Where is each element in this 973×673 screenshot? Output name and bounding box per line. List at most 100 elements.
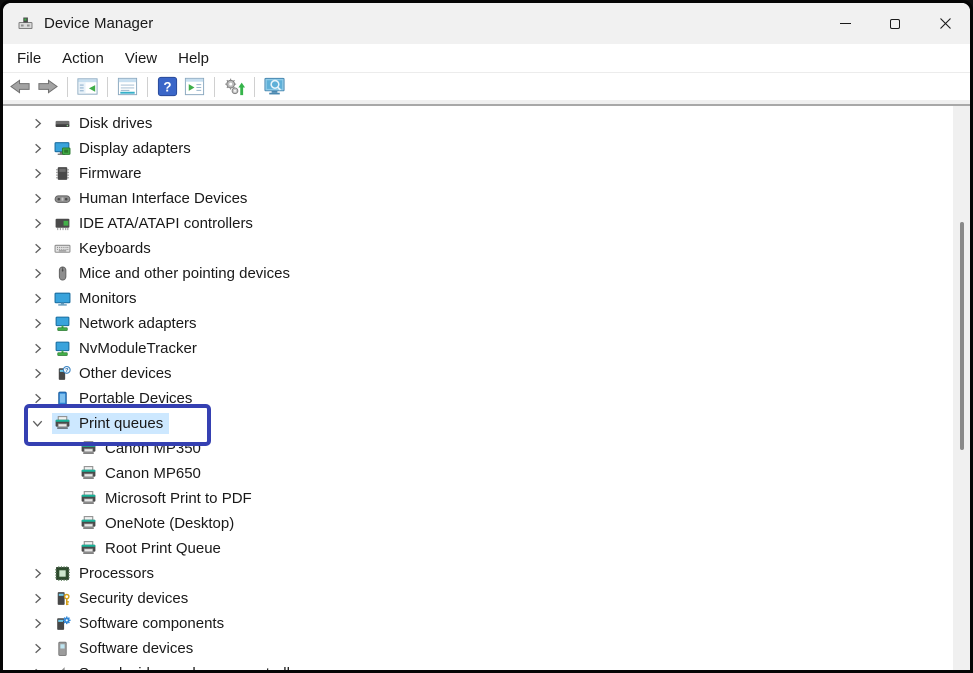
minimize-button[interactable] [820, 3, 870, 44]
tree-row-body[interactable]: Network adapters [52, 313, 203, 334]
tree-row[interactable]: Monitors [3, 286, 970, 311]
menu-file[interactable]: File [17, 50, 41, 67]
chevron-right-icon[interactable] [30, 316, 52, 331]
tree-row-label[interactable]: Microsoft Print to PDF [105, 490, 252, 507]
tree-row-body[interactable]: NvModuleTracker [52, 338, 203, 359]
scrollbar-thumb[interactable] [960, 222, 964, 450]
tree-row-body[interactable]: Security devices [52, 588, 194, 609]
tree-row[interactable]: Mice and other pointing devices [3, 261, 970, 286]
tree-row[interactable]: Canon MP350 [3, 436, 970, 461]
tree-row-label[interactable]: Human Interface Devices [79, 190, 247, 207]
tree-row-body[interactable]: Portable Devices [52, 388, 198, 409]
close-button[interactable] [920, 3, 970, 44]
tree-row-body[interactable]: Keyboards [52, 238, 157, 259]
tree-row[interactable]: Keyboards [3, 236, 970, 261]
chevron-right-icon[interactable] [30, 616, 52, 631]
tree-row[interactable]: Software components [3, 611, 970, 636]
tree-row-body[interactable]: Processors [52, 563, 160, 584]
tree-row-label[interactable]: Firmware [79, 165, 142, 182]
tree-row-body[interactable]: Canon MP350 [78, 438, 207, 459]
tree-row-label[interactable]: Disk drives [79, 115, 152, 132]
tree-row-label[interactable]: Security devices [79, 590, 188, 607]
tree-row-label[interactable]: NvModuleTracker [79, 340, 197, 357]
back-button[interactable] [7, 74, 34, 99]
forward-button[interactable] [34, 74, 61, 99]
chevron-right-icon[interactable] [30, 666, 52, 670]
tree-row-body[interactable]: Sound, video and game controllers [52, 663, 317, 670]
tree-row-body[interactable]: IDE ATA/ATAPI controllers [52, 213, 259, 234]
help-button[interactable] [154, 74, 181, 99]
tree-row-label[interactable]: Canon MP650 [105, 465, 201, 482]
chevron-right-icon[interactable] [30, 566, 52, 581]
tree-row-body[interactable]: Human Interface Devices [52, 188, 253, 209]
chevron-right-icon[interactable] [30, 391, 52, 406]
tree-row[interactable]: Other devices [3, 361, 970, 386]
tree-row[interactable]: Display adapters [3, 136, 970, 161]
tree-row-label[interactable]: Network adapters [79, 315, 197, 332]
vertical-scrollbar[interactable] [953, 106, 970, 670]
tree-row-body[interactable]: Display adapters [52, 138, 197, 159]
tree-row[interactable]: Firmware [3, 161, 970, 186]
tree-row[interactable]: Processors [3, 561, 970, 586]
chevron-right-icon[interactable] [30, 241, 52, 256]
tree-row[interactable]: IDE ATA/ATAPI controllers [3, 211, 970, 236]
tree-row[interactable]: Network adapters [3, 311, 970, 336]
tree-row-label[interactable]: Monitors [79, 290, 137, 307]
chevron-right-icon[interactable] [30, 116, 52, 131]
menu-action[interactable]: Action [62, 50, 104, 67]
tree-row[interactable]: Sound, video and game controllers [3, 661, 970, 670]
tree-row-label[interactable]: OneNote (Desktop) [105, 515, 234, 532]
chevron-right-icon[interactable] [30, 216, 52, 231]
tree-row-body[interactable]: Microsoft Print to PDF [78, 488, 258, 509]
chevron-right-icon[interactable] [30, 591, 52, 606]
tree-row-body[interactable]: Root Print Queue [78, 538, 227, 559]
tree-row-label[interactable]: IDE ATA/ATAPI controllers [79, 215, 253, 232]
tree-row[interactable]: Portable Devices [3, 386, 970, 411]
menu-help[interactable]: Help [178, 50, 209, 67]
scan-hardware-changes-button[interactable] [261, 74, 288, 99]
chevron-right-icon[interactable] [30, 191, 52, 206]
tree-row-label[interactable]: Display adapters [79, 140, 191, 157]
tree-row-body[interactable]: Software components [52, 613, 230, 634]
chevron-right-icon[interactable] [30, 141, 52, 156]
tree-row-body[interactable]: OneNote (Desktop) [78, 513, 240, 534]
tree-row-label[interactable]: Canon MP350 [105, 440, 201, 457]
tree-row[interactable]: Microsoft Print to PDF [3, 486, 970, 511]
tree-row-label[interactable]: Processors [79, 565, 154, 582]
tree-row-body[interactable]: Monitors [52, 288, 143, 309]
show-action-pane-button[interactable] [181, 74, 208, 99]
tree-row-label[interactable]: Mice and other pointing devices [79, 265, 290, 282]
show-console-tree-button[interactable] [74, 74, 101, 99]
tree-row-label[interactable]: Sound, video and game controllers [79, 665, 311, 670]
maximize-button[interactable] [870, 3, 920, 44]
tree-row[interactable]: Print queues [3, 411, 970, 436]
update-driver-button[interactable] [221, 74, 248, 99]
tree-row[interactable]: Security devices [3, 586, 970, 611]
tree-row[interactable]: OneNote (Desktop) [3, 511, 970, 536]
tree-row-body[interactable]: Software devices [52, 638, 199, 659]
chevron-right-icon[interactable] [30, 366, 52, 381]
properties-button[interactable] [114, 74, 141, 99]
tree-row[interactable]: Canon MP650 [3, 461, 970, 486]
tree-row-label[interactable]: Other devices [79, 365, 172, 382]
tree-row-label[interactable]: Software devices [79, 640, 193, 657]
chevron-down-icon[interactable] [30, 416, 52, 431]
menu-view[interactable]: View [125, 50, 157, 67]
tree-row-label[interactable]: Root Print Queue [105, 540, 221, 557]
tree-row[interactable]: NvModuleTracker [3, 336, 970, 361]
chevron-right-icon[interactable] [30, 266, 52, 281]
tree-row-body[interactable]: Other devices [52, 363, 178, 384]
tree-row-label[interactable]: Portable Devices [79, 390, 192, 407]
tree-row-body[interactable]: Disk drives [52, 113, 158, 134]
chevron-right-icon[interactable] [30, 291, 52, 306]
tree-row[interactable]: Human Interface Devices [3, 186, 970, 211]
tree-row[interactable]: Software devices [3, 636, 970, 661]
tree-row-body[interactable]: Firmware [52, 163, 148, 184]
tree-row[interactable]: Root Print Queue [3, 536, 970, 561]
tree-row-body[interactable]: Print queues [52, 413, 169, 434]
chevron-right-icon[interactable] [30, 166, 52, 181]
tree-row-body[interactable]: Canon MP650 [78, 463, 207, 484]
tree-row-label[interactable]: Print queues [79, 415, 163, 432]
tree-row-body[interactable]: Mice and other pointing devices [52, 263, 296, 284]
tree-row-label[interactable]: Keyboards [79, 240, 151, 257]
